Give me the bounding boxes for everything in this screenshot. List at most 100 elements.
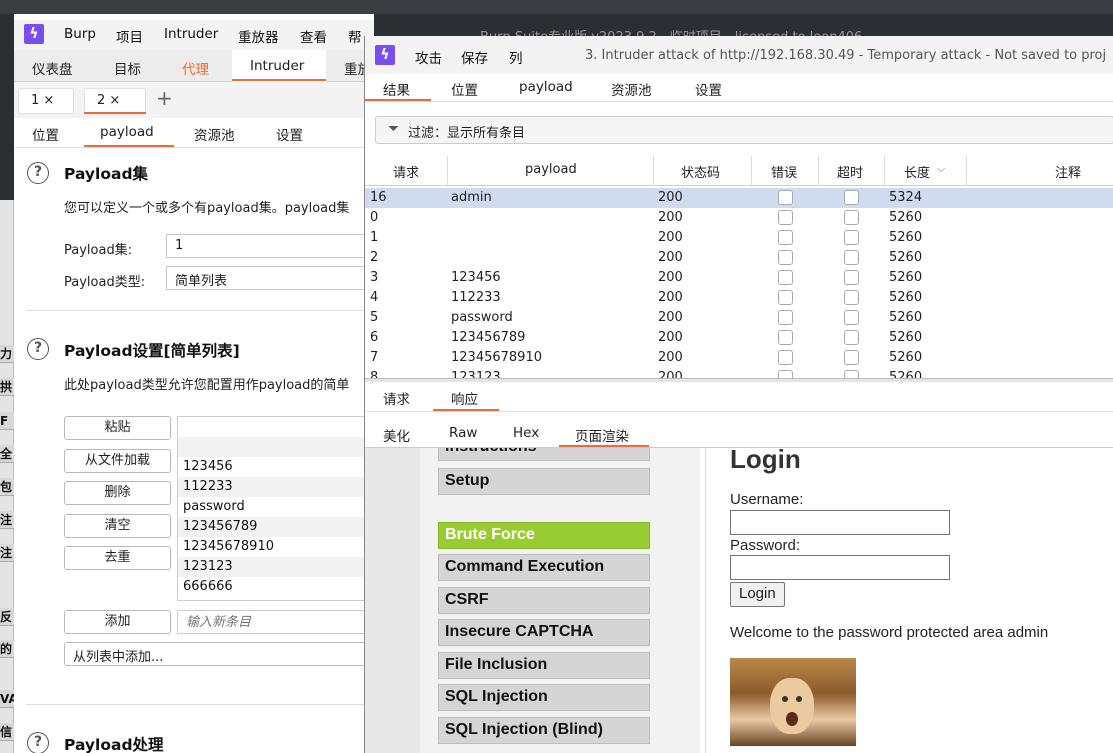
menu-repeater[interactable]: 重放器 (238, 26, 279, 46)
menu-sql-injection-blind[interactable]: SQL Injection (Blind) (438, 717, 650, 744)
table-row[interactable]: 6 123456789 200 5260 (365, 328, 1113, 348)
tab-payload[interactable]: payload (519, 79, 573, 95)
table-row[interactable]: 3 123456 200 5260 (365, 268, 1113, 288)
error-checkbox[interactable] (778, 310, 793, 325)
remove-button[interactable]: 删除 (64, 481, 171, 505)
menu-columns[interactable]: 列 (509, 47, 523, 67)
tab-positions[interactable]: 位置 (451, 79, 478, 99)
help-icon[interactable]: ? (27, 338, 49, 360)
username-input[interactable] (730, 510, 950, 535)
add-button[interactable]: 添加 (64, 610, 171, 634)
timeout-checkbox[interactable] (844, 290, 859, 305)
menu-brute-force[interactable]: Brute Force (438, 522, 650, 549)
menu-project[interactable]: 项目 (116, 26, 143, 46)
tab-dashboard[interactable]: 仪表盘 (32, 58, 73, 78)
error-checkbox[interactable] (778, 190, 793, 205)
menu-intruder[interactable]: Intruder (164, 26, 218, 42)
menu-save[interactable]: 保存 (461, 47, 488, 67)
table-row[interactable]: 1 200 5260 (365, 228, 1113, 248)
error-checkbox[interactable] (778, 210, 793, 225)
table-row[interactable]: 5 password 200 5260 (365, 308, 1113, 328)
tab-render[interactable]: 页面渲染 (575, 425, 629, 445)
add-from-list-dropdown[interactable]: 从列表中添加... (64, 642, 374, 666)
new-entry-input[interactable] (177, 610, 374, 634)
list-item[interactable]: 123456 (183, 459, 233, 474)
menu-view[interactable]: 查看 (300, 26, 327, 46)
payload-type-select[interactable]: 简单列表 (166, 266, 374, 290)
clear-button[interactable]: 清空 (64, 514, 171, 538)
menu-burp[interactable]: Burp (64, 26, 96, 42)
subtab-positions[interactable]: 位置 (32, 124, 59, 144)
timeout-checkbox[interactable] (844, 190, 859, 205)
col-timeout[interactable]: 超时 (837, 162, 863, 181)
timeout-checkbox[interactable] (844, 370, 859, 378)
list-item[interactable]: 12345678910 (183, 539, 274, 554)
menu-instructions[interactable]: Instructions (438, 448, 650, 461)
table-row[interactable]: 4 112233 200 5260 (365, 288, 1113, 308)
menu-sql-injection[interactable]: SQL Injection (438, 684, 650, 711)
col-error[interactable]: 错误 (771, 162, 797, 181)
error-checkbox[interactable] (778, 250, 793, 265)
help-icon[interactable]: ? (27, 162, 49, 184)
menu-setup[interactable]: Setup (438, 468, 650, 495)
col-payload[interactable]: payload (525, 162, 577, 177)
timeout-checkbox[interactable] (844, 230, 859, 245)
payload-list[interactable]: 123456 112233 password 123456789 1234567… (177, 416, 374, 601)
timeout-checkbox[interactable] (844, 350, 859, 365)
timeout-checkbox[interactable] (844, 330, 859, 345)
error-checkbox[interactable] (778, 350, 793, 365)
menu-insecure-captcha[interactable]: Insecure CAPTCHA (438, 619, 650, 646)
list-item[interactable]: 123456789 (183, 519, 257, 534)
subtab-payload[interactable]: payload (100, 124, 154, 140)
instance-tab-2[interactable]: 2 × (84, 88, 146, 114)
tab-proxy[interactable]: 代理 (182, 58, 209, 78)
add-tab-button[interactable]: + (156, 86, 173, 110)
tab-resource-pool[interactable]: 资源池 (611, 79, 652, 99)
list-item[interactable]: 123123 (183, 559, 233, 574)
error-checkbox[interactable] (778, 290, 793, 305)
table-row[interactable]: 0 200 5260 (365, 208, 1113, 228)
subtab-resource-pool[interactable]: 资源池 (194, 124, 235, 144)
tab-settings[interactable]: 设置 (695, 79, 722, 99)
error-checkbox[interactable] (778, 330, 793, 345)
tab-intruder-active[interactable]: Intruder (232, 50, 326, 82)
menu-csrf[interactable]: CSRF (438, 587, 650, 614)
timeout-checkbox[interactable] (844, 310, 859, 325)
tab-pretty[interactable]: 美化 (383, 425, 410, 445)
help-icon[interactable]: ? (27, 732, 49, 753)
paste-button[interactable]: 粘贴 (64, 416, 171, 440)
load-from-file-button[interactable]: 从文件加载 (64, 449, 171, 473)
list-item[interactable]: password (183, 499, 245, 514)
col-comment[interactable]: 注释 (1055, 162, 1081, 181)
tab-results[interactable]: 结果 (383, 79, 410, 99)
deduplicate-button[interactable]: 去重 (64, 546, 171, 570)
tab-request[interactable]: 请求 (383, 388, 410, 408)
col-status[interactable]: 状态码 (681, 162, 720, 181)
table-row[interactable]: 8 123123 200 5260 (365, 368, 1113, 378)
error-checkbox[interactable] (778, 270, 793, 285)
payload-set-select[interactable]: 1 (166, 234, 374, 258)
filter-bar[interactable]: ⏷ 过滤：显示所有条目 (375, 116, 1113, 144)
tab-hex[interactable]: Hex (513, 425, 539, 441)
table-row[interactable]: 7 12345678910 200 5260 (365, 348, 1113, 368)
error-checkbox[interactable] (778, 230, 793, 245)
col-length[interactable]: 长度 (904, 162, 930, 181)
table-row[interactable]: 16 admin 200 5324 (365, 188, 1113, 208)
timeout-checkbox[interactable] (844, 250, 859, 265)
instance-tab-1[interactable]: 1 × (18, 88, 74, 114)
tab-response[interactable]: 响应 (451, 388, 478, 408)
list-item[interactable]: 112233 (183, 479, 233, 494)
menu-attack[interactable]: 攻击 (415, 47, 442, 67)
password-input[interactable] (730, 555, 950, 580)
table-row[interactable]: 2 200 5260 (365, 248, 1113, 268)
tab-raw[interactable]: Raw (449, 425, 477, 441)
timeout-checkbox[interactable] (844, 270, 859, 285)
login-button[interactable]: Login (730, 582, 785, 607)
menu-command-execution[interactable]: Command Execution (438, 554, 650, 581)
menu-file-inclusion[interactable]: File Inclusion (438, 652, 650, 679)
col-request[interactable]: 请求 (393, 162, 419, 181)
tab-target[interactable]: 目标 (114, 58, 141, 78)
subtab-settings[interactable]: 设置 (276, 124, 303, 144)
timeout-checkbox[interactable] (844, 210, 859, 225)
list-item[interactable]: 666666 (183, 579, 233, 594)
